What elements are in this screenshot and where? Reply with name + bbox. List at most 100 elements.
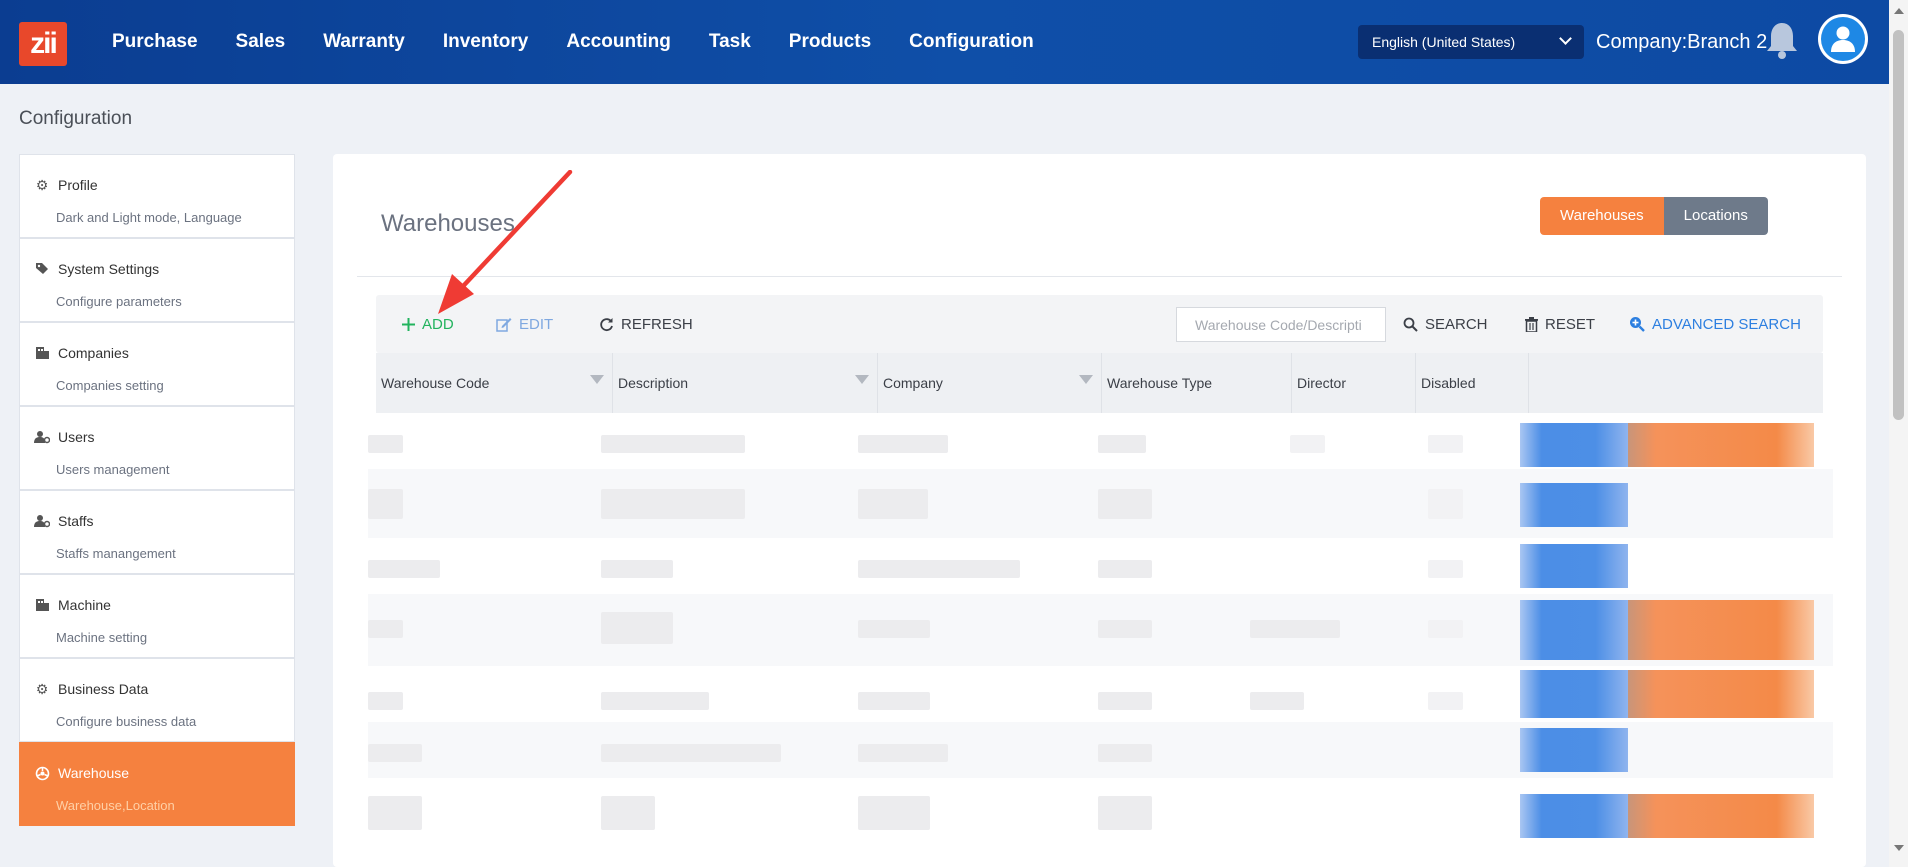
user-avatar[interactable] bbox=[1818, 14, 1868, 64]
redacted-cell bbox=[1098, 489, 1152, 519]
tags-icon bbox=[34, 261, 50, 277]
nav-task[interactable]: Task bbox=[709, 31, 751, 53]
search-button-label: SEARCH bbox=[1425, 315, 1488, 333]
search-input[interactable]: Warehouse Code/Descripti bbox=[1176, 307, 1386, 342]
search-plus-icon bbox=[1629, 316, 1645, 332]
config-sidebar: ⚙ Profile Dark and Light mode, Language S… bbox=[19, 154, 295, 826]
tab-locations[interactable]: Locations bbox=[1663, 197, 1768, 235]
row-location-button[interactable] bbox=[1628, 670, 1814, 718]
table-row[interactable] bbox=[368, 538, 1833, 594]
redacted-cell bbox=[368, 692, 403, 710]
scrollbar-thumb[interactable] bbox=[1893, 30, 1904, 420]
row-edit-button[interactable] bbox=[1520, 670, 1628, 718]
sidebar-item-sub: Warehouse,Location bbox=[56, 798, 175, 813]
sidebar-item-label: Users bbox=[58, 429, 95, 445]
sidebar-item-label: Business Data bbox=[58, 681, 149, 697]
sidebar-item-business-data[interactable]: ⚙ Business Data Configure business data bbox=[19, 658, 295, 742]
sidebar-item-label: Warehouse bbox=[58, 765, 130, 781]
col-director[interactable]: Director bbox=[1292, 353, 1416, 413]
page-scrollbar[interactable] bbox=[1889, 0, 1908, 867]
table-row[interactable] bbox=[368, 722, 1833, 778]
sidebar-item-companies[interactable]: Companies Companies setting bbox=[19, 322, 295, 406]
language-select[interactable]: English (United States) bbox=[1358, 25, 1584, 59]
table-row[interactable] bbox=[368, 666, 1833, 722]
sidebar-item-sub: Dark and Light mode, Language bbox=[56, 210, 242, 225]
nav-inventory[interactable]: Inventory bbox=[443, 31, 529, 53]
advanced-search-button[interactable]: ADVANCED SEARCH bbox=[1629, 295, 1801, 353]
sidebar-item-profile[interactable]: ⚙ Profile Dark and Light mode, Language bbox=[19, 154, 295, 238]
row-edit-button[interactable] bbox=[1520, 728, 1628, 772]
redacted-cell bbox=[601, 692, 709, 710]
redacted-cell bbox=[1428, 692, 1463, 710]
sidebar-item-warehouse[interactable]: Warehouse Warehouse,Location bbox=[19, 742, 295, 826]
scroll-down-icon[interactable] bbox=[1894, 845, 1904, 851]
table-row[interactable] bbox=[368, 594, 1833, 666]
redacted-cell bbox=[1098, 620, 1152, 638]
sidebar-item-label: System Settings bbox=[58, 261, 160, 277]
row-edit-button[interactable] bbox=[1520, 794, 1628, 838]
scroll-up-icon[interactable] bbox=[1894, 8, 1904, 14]
redacted-cell bbox=[1098, 435, 1146, 453]
reset-button[interactable]: RESET bbox=[1525, 295, 1595, 353]
nav-products[interactable]: Products bbox=[789, 31, 871, 53]
row-location-button[interactable] bbox=[1628, 794, 1814, 838]
refresh-button-label: REFRESH bbox=[621, 315, 693, 333]
redacted-cell bbox=[601, 744, 781, 762]
table-header: Warehouse Code Description Company Wareh… bbox=[376, 353, 1823, 413]
sidebar-item-machine[interactable]: Machine Machine setting bbox=[19, 574, 295, 658]
col-description[interactable]: Description bbox=[613, 353, 878, 413]
col-company[interactable]: Company bbox=[878, 353, 1102, 413]
redacted-cell bbox=[858, 744, 948, 762]
col-label: Company bbox=[883, 375, 943, 391]
advanced-search-label: ADVANCED SEARCH bbox=[1652, 315, 1801, 333]
row-location-button[interactable] bbox=[1628, 600, 1814, 660]
sidebar-item-sub: Configure business data bbox=[56, 714, 197, 729]
bell-icon[interactable] bbox=[1764, 20, 1800, 60]
nav-configuration[interactable]: Configuration bbox=[909, 31, 1034, 53]
filter-icon[interactable] bbox=[1079, 375, 1093, 384]
redacted-cell bbox=[601, 489, 745, 519]
chevron-down-icon bbox=[1559, 32, 1572, 45]
col-warehouse-type[interactable]: Warehouse Type bbox=[1102, 353, 1292, 413]
table-row[interactable] bbox=[368, 413, 1833, 469]
nav-purchase[interactable]: Purchase bbox=[112, 31, 198, 53]
redacted-cell bbox=[368, 560, 440, 578]
sidebar-item-sub: Machine setting bbox=[56, 630, 148, 645]
row-edit-button[interactable] bbox=[1520, 423, 1628, 467]
table-row[interactable] bbox=[368, 469, 1833, 538]
gear-icon: ⚙ bbox=[35, 680, 49, 697]
col-label: Warehouse Code bbox=[381, 375, 490, 391]
sidebar-item-users[interactable]: Users Users management bbox=[19, 406, 295, 490]
table-row[interactable] bbox=[368, 778, 1833, 844]
redacted-cell bbox=[858, 796, 930, 830]
col-warehouse-code[interactable]: Warehouse Code bbox=[376, 353, 613, 413]
user-cog-icon bbox=[34, 513, 50, 529]
warehouse-icon bbox=[34, 765, 50, 781]
redacted-cell bbox=[1428, 620, 1463, 638]
company-label[interactable]: Company:Branch 2 bbox=[1596, 31, 1767, 54]
app-logo[interactable]: zii bbox=[19, 22, 67, 66]
col-disabled[interactable]: Disabled bbox=[1416, 353, 1529, 413]
search-icon bbox=[1403, 317, 1418, 332]
nav-accounting[interactable]: Accounting bbox=[566, 31, 671, 53]
nav-sales[interactable]: Sales bbox=[236, 31, 286, 53]
nav-warranty[interactable]: Warranty bbox=[323, 31, 405, 53]
sidebar-item-sub: Users management bbox=[56, 462, 170, 477]
col-label: Disabled bbox=[1421, 375, 1476, 391]
trash-icon bbox=[1525, 316, 1538, 332]
search-button[interactable]: SEARCH bbox=[1403, 295, 1488, 353]
row-location-button[interactable] bbox=[1628, 423, 1814, 467]
tab-warehouses[interactable]: Warehouses bbox=[1540, 197, 1664, 235]
sidebar-item-system-settings[interactable]: System Settings Configure parameters bbox=[19, 238, 295, 322]
filter-icon[interactable] bbox=[855, 375, 869, 384]
row-edit-button[interactable] bbox=[1520, 600, 1628, 660]
building-icon bbox=[34, 345, 50, 361]
row-edit-button[interactable] bbox=[1520, 544, 1628, 588]
row-edit-button[interactable] bbox=[1520, 483, 1628, 527]
sidebar-item-staffs[interactable]: Staffs Staffs manangement bbox=[19, 490, 295, 574]
redacted-cell bbox=[858, 489, 928, 519]
filter-icon[interactable] bbox=[590, 375, 604, 384]
refresh-button[interactable]: REFRESH bbox=[599, 295, 693, 353]
user-icon bbox=[1821, 17, 1865, 61]
table-body bbox=[368, 413, 1833, 844]
